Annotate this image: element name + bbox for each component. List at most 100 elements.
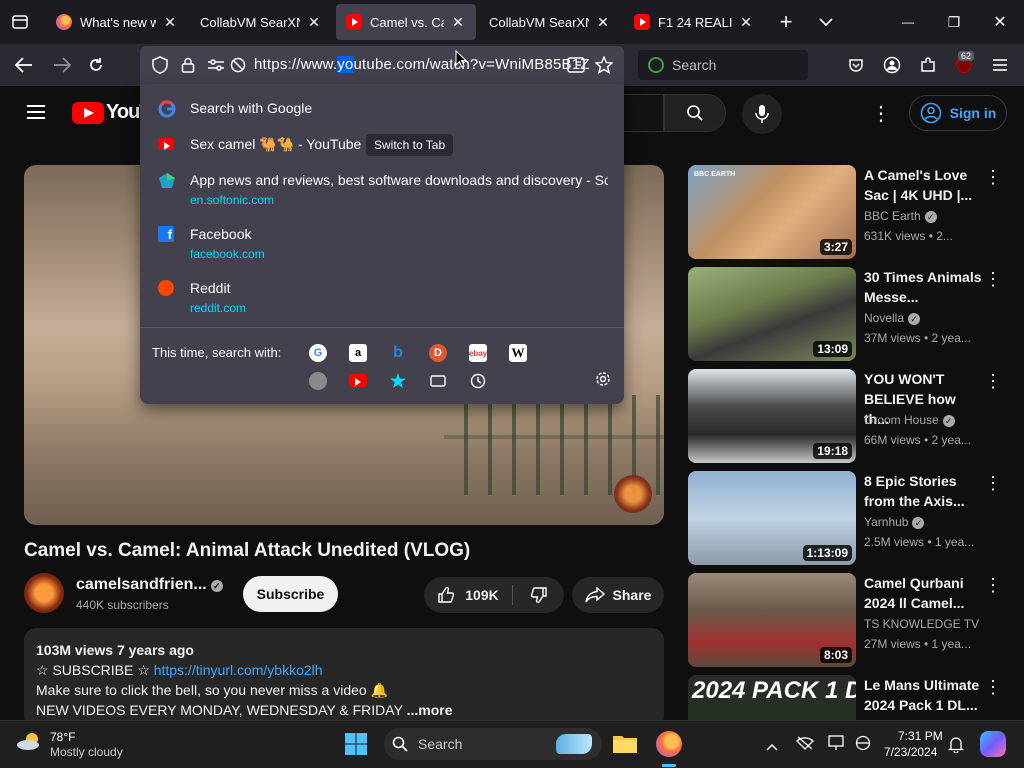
history-clock-icon[interactable] — [469, 372, 487, 390]
reader-view-icon[interactable] — [564, 53, 588, 77]
duckduckgo-engine-icon[interactable]: D — [429, 344, 447, 362]
more-vertical-icon[interactable]: ⋮ — [984, 167, 1002, 188]
tab-collabvm-searxng-1[interactable]: CollabVM SearXNG ✕ — [190, 4, 332, 40]
video-title[interactable]: 30 Times Animals Messe... — [864, 267, 984, 307]
permissions-icon[interactable] — [204, 53, 228, 77]
tab-whats-new[interactable]: What's new with ✕ — [46, 4, 188, 40]
shield-icon[interactable] — [148, 53, 172, 77]
recommended-video[interactable]: 13:09 30 Times Animals Messe... Novella ✓… — [688, 267, 1008, 361]
more-vertical-icon[interactable]: ⋮ — [984, 677, 1002, 698]
suggestion-softonic[interactable]: App news and reviews, best software down… — [190, 172, 608, 188]
back-arrow-icon[interactable] — [12, 53, 36, 77]
close-icon[interactable]: ✕ — [595, 14, 611, 31]
subscribe-button[interactable]: Subscribe — [243, 576, 338, 612]
pocket-icon[interactable] — [844, 53, 868, 77]
youtube-logo-text[interactable]: YouTube — [106, 101, 142, 124]
video-title[interactable]: Le Mans Ultimate 2024 Pack 1 DL... — [864, 675, 984, 715]
autoplay-blocked-icon[interactable] — [226, 53, 250, 77]
channel-name[interactable]: Novella ✓ — [864, 311, 921, 325]
suggestion-youtube-tab[interactable]: Sex camel 🐫🐪 - YouTube — [190, 136, 361, 153]
suggestion-facebook[interactable]: Facebook — [190, 226, 251, 242]
channel-name[interactable]: BBC Earth ✓ — [864, 209, 937, 223]
more-vertical-icon[interactable]: ⋮ — [984, 269, 1002, 290]
suggestion-reddit[interactable]: Reddit — [190, 280, 230, 296]
network-icon[interactable] — [796, 736, 814, 755]
share-button[interactable]: Share — [572, 577, 664, 613]
url-text[interactable]: https://www.youtube.com/watch?v=WniMB85B… — [254, 56, 590, 73]
minimize-button[interactable]: — — [896, 10, 920, 34]
window-close-button[interactable]: ✕ — [988, 10, 1012, 34]
yt-menu-icon[interactable] — [24, 100, 48, 124]
wikipedia-engine-icon[interactable]: W — [509, 344, 527, 362]
firefox-taskbar-icon[interactable] — [656, 731, 682, 757]
bookmark-star-icon[interactable] — [592, 53, 616, 77]
video-title[interactable]: Camel Qurbani 2024 ll Camel... — [864, 573, 984, 613]
switch-to-tab-button[interactable]: Switch to Tab — [366, 134, 454, 156]
recommended-video[interactable]: 2024 PACK 1 DLC Le Mans Ultimate 2024 Pa… — [688, 675, 1008, 720]
clock-date[interactable]: 7/23/2024 — [884, 745, 937, 759]
account-icon[interactable] — [880, 53, 904, 77]
chevron-up-icon[interactable] — [766, 738, 778, 756]
video-thumbnail[interactable]: 19:18 — [688, 369, 856, 463]
display-icon[interactable] — [828, 735, 846, 756]
voice-search-button[interactable] — [742, 94, 782, 134]
more-vertical-icon[interactable]: ⋮ — [984, 473, 1002, 494]
notification-bell-icon[interactable] — [947, 735, 965, 758]
sign-in-button[interactable]: Sign in — [909, 95, 1007, 131]
ebay-engine-icon[interactable]: ebay — [469, 344, 487, 362]
channel-name[interactable]: Groom House ✓ — [864, 413, 955, 427]
channel-name[interactable]: TS KNOWLEDGE TV — [864, 617, 979, 631]
close-icon[interactable]: ✕ — [306, 14, 322, 31]
tab-f1-24[interactable]: F1 24 REALISM M ✕ — [624, 4, 764, 40]
more-vertical-icon[interactable]: ⋮ — [984, 371, 1002, 392]
recommended-video[interactable]: 8:03 Camel Qurbani 2024 ll Camel... TS K… — [688, 573, 1008, 667]
close-icon[interactable]: ✕ — [162, 14, 178, 31]
youtube-logo-icon[interactable] — [72, 102, 104, 124]
clock-time[interactable]: 7:31 PM — [898, 729, 943, 743]
yt-search-input[interactable] — [624, 94, 664, 132]
chevron-down-icon[interactable] — [814, 10, 838, 34]
amazon-engine-icon[interactable]: a — [349, 344, 367, 362]
close-icon[interactable]: ✕ — [738, 14, 754, 31]
video-thumbnail[interactable]: 1:13:09 — [688, 471, 856, 565]
bookmarks-star-icon[interactable]: ★ — [389, 371, 407, 391]
weather-icon[interactable] — [16, 731, 44, 751]
video-title[interactable]: A Camel's Love Sac | 4K UHD |... — [864, 165, 984, 205]
suggestion-search-google[interactable]: Search with Google — [190, 100, 312, 116]
hamburger-menu-icon[interactable] — [988, 53, 1012, 77]
tab-collabvm-searxng-2[interactable]: CollabVM SearXNG ✕ — [479, 4, 621, 40]
searxng-engine-icon[interactable] — [309, 372, 327, 390]
channel-avatar[interactable] — [24, 573, 64, 613]
forward-arrow-icon[interactable] — [50, 53, 74, 77]
dislike-button[interactable] — [513, 577, 564, 613]
channel-name[interactable]: camelsandfrien... ✓ — [76, 576, 223, 594]
youtube-engine-icon[interactable] — [349, 374, 367, 387]
channel-name[interactable]: Yarnhub ✓ — [864, 515, 925, 529]
new-tab-button[interactable]: + — [774, 9, 798, 34]
yt-search-button[interactable] — [664, 94, 726, 132]
video-description[interactable]: 103M views 7 years ago ☆ SUBSCRIBE ☆ htt… — [24, 628, 664, 728]
video-thumbnail[interactable]: BBC EARTH 3:27 — [688, 165, 856, 259]
recommended-video[interactable]: 19:18 YOU WON'T BELIEVE how th... Groom … — [688, 369, 1008, 463]
video-title[interactable]: 8 Epic Stories from the Axis... — [864, 471, 984, 511]
recommended-video[interactable]: BBC EARTH 3:27 A Camel's Love Sac | 4K U… — [688, 165, 1008, 259]
channel-watermark-icon[interactable] — [614, 475, 652, 513]
weather-description[interactable]: Mostly cloudy — [50, 745, 123, 759]
weather-temperature[interactable]: 78°F — [50, 730, 75, 744]
like-button[interactable]: 109K — [424, 577, 512, 613]
recommended-video[interactable]: 1:13:09 8 Epic Stories from the Axis... … — [688, 471, 1008, 565]
windows-start-icon[interactable] — [344, 732, 368, 756]
video-thumbnail[interactable]: 8:03 — [688, 573, 856, 667]
video-thumbnail[interactable]: 2024 PACK 1 DLC — [688, 675, 856, 720]
subscribe-link[interactable]: https://tinyurl.com/ybkko2lh — [154, 662, 323, 678]
tab-list-icon[interactable] — [8, 10, 32, 34]
more-vertical-icon[interactable]: ⋮ — [984, 575, 1002, 596]
taskbar-search-input[interactable]: Search — [384, 728, 602, 760]
copilot-icon[interactable] — [980, 731, 1006, 757]
reload-icon[interactable] — [84, 53, 108, 77]
restore-button[interactable]: ❐ — [942, 10, 966, 34]
more-vertical-icon[interactable]: ⋮ — [869, 101, 893, 125]
google-engine-icon[interactable]: G — [309, 344, 327, 362]
settings-gear-icon[interactable] — [594, 370, 612, 388]
file-explorer-icon[interactable] — [612, 732, 638, 754]
